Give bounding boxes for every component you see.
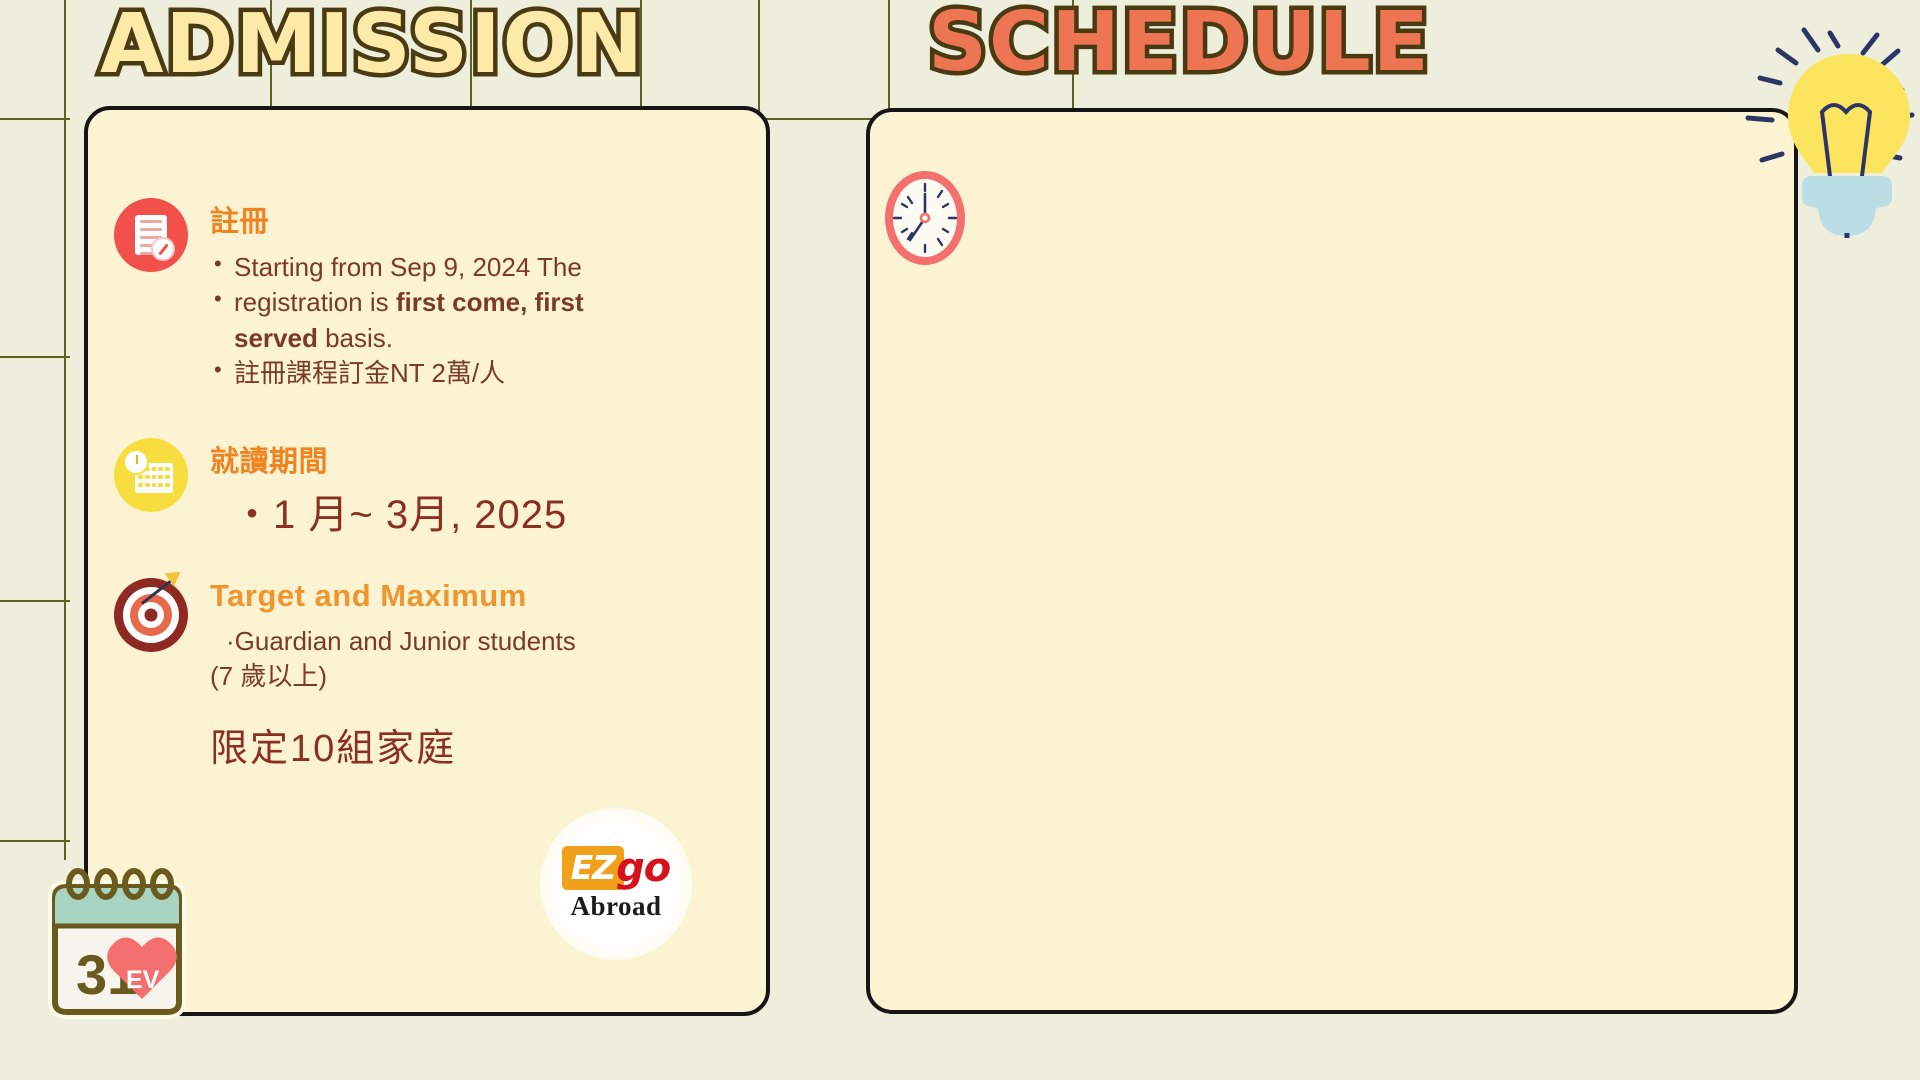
section-title-study-period: 就讀期間 [210, 446, 329, 478]
clock-icon [882, 168, 968, 268]
admission-title: ADMISSION [96, 0, 648, 92]
target-line1: ·Guardian and Junior students [226, 626, 576, 656]
logo-abroad-text: Abroad [570, 891, 662, 921]
section-title-registration: 註冊 [210, 206, 270, 238]
schedule-title: SCHEDULE [924, 0, 1434, 90]
study-period-dates: ・1 月~ 3月, 2025 [232, 493, 568, 537]
schedule-card [866, 108, 1798, 1014]
list-item: registration is first come, first [210, 284, 584, 320]
target-icon [114, 575, 188, 652]
lightbulb-icon [1700, 8, 1920, 240]
calendar-sticker-icon: 31 EV [30, 862, 210, 1032]
section-registration: 註冊 Starting from Sep 9, 2024 The registr… [114, 198, 584, 391]
bullet-text-plain2: basis. [317, 322, 393, 353]
list-item: Starting from Sep 9, 2024 The [210, 249, 584, 285]
bullet-text-bold2: served [234, 322, 318, 353]
calendar-heart-label: EV [126, 966, 160, 994]
target-line2: (7 歲以上) [210, 661, 328, 692]
target-highlight: 限定10組家庭 [210, 727, 457, 770]
ezgo-abroad-logo: EZ go Abroad [540, 808, 692, 960]
registration-document-icon [114, 198, 188, 272]
logo-go-text: go [616, 845, 671, 891]
list-item-continuation: served basis. [210, 321, 584, 356]
logo-ez-text: EZ [561, 846, 625, 890]
bullet-text-plain: registration is [234, 287, 396, 318]
registration-bullets: Starting from Sep 9, 2024 The registrati… [210, 249, 584, 391]
list-item: 註冊課程訂金NT 2萬/人 [210, 355, 584, 391]
section-target-maximum: Target and Maximum ·Guardian and Junior … [114, 575, 576, 772]
section-study-period: 就讀期間 ・1 月~ 3月, 2025 [114, 438, 567, 540]
calendar-clock-icon [114, 438, 188, 512]
bullet-text-bold: first come, first [395, 287, 584, 318]
section-title-target: Target and Maximum [210, 578, 527, 613]
